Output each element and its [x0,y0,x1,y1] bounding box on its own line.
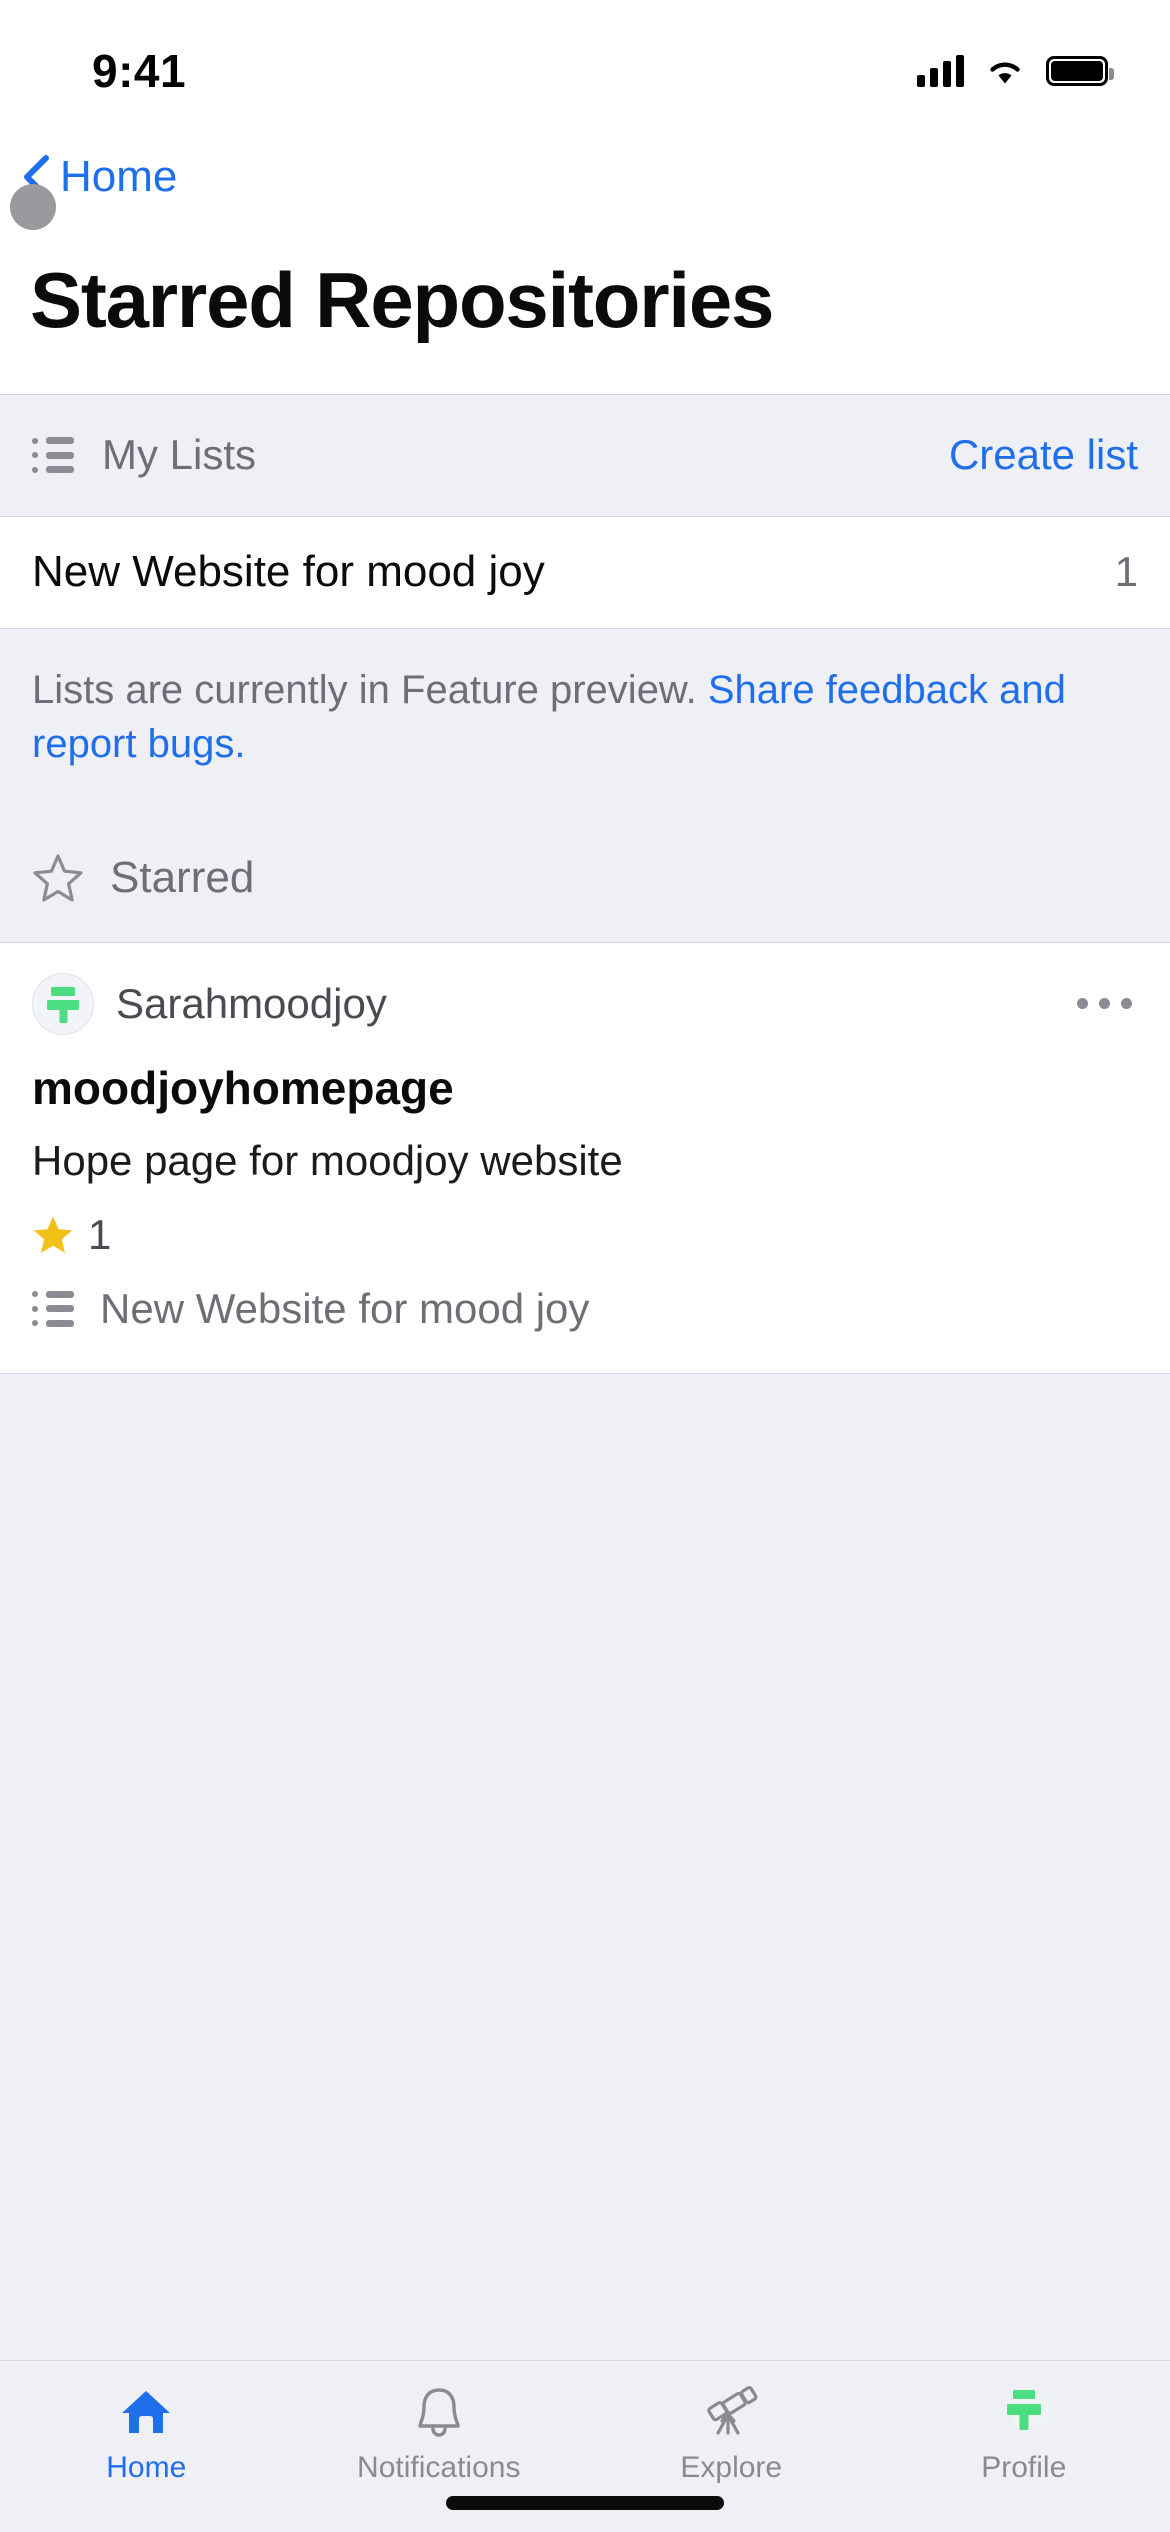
list-icon [32,437,76,474]
star-filled-icon [32,1215,74,1255]
repository-star-row: 1 [32,1211,1138,1259]
empty-space [0,1373,1170,2532]
create-list-button[interactable]: Create list [949,431,1138,479]
list-item-count: 1 [1114,548,1138,596]
repository-owner-row: Sarahmoodjoy [32,972,1138,1035]
tab-profile[interactable]: Profile [878,2383,1170,2485]
my-lists-section-header: My Lists Create list [0,394,1170,517]
page-title-container: Starred Repositories [0,222,1170,395]
repository-list-tag-label: New Website for mood joy [100,1284,590,1332]
tab-home-label: Home [106,2451,187,2484]
list-item[interactable]: New Website for mood joy 1 [0,516,1170,629]
bottom-tab-bar: Home Notifications Explore Profile [0,2360,1170,2532]
starred-section-header: Starred [0,814,1170,943]
repository-owner-name: Sarahmoodjoy [116,979,387,1027]
tab-home[interactable]: Home [0,2383,293,2485]
my-lists-label: My Lists [102,431,257,479]
starred-label: Starred [110,853,255,903]
tab-explore-label: Explore [680,2451,783,2484]
cellular-signal-icon [917,55,964,87]
wifi-icon [986,56,1024,86]
repository-list-tag[interactable]: New Website for mood joy [32,1285,1138,1333]
battery-icon [1046,56,1114,86]
repository-star-count: 1 [88,1210,112,1258]
telescope-icon [702,2383,760,2441]
feature-preview-note: Lists are currently in Feature preview. … [0,628,1170,815]
repository-description: Hope page for moodjoy website [32,1136,623,1184]
status-indicators [917,55,1114,87]
scroll-area: Home Starred Repositories My Lists Creat… [0,132,1170,2532]
tab-notifications[interactable]: Notifications [293,2383,586,2485]
home-icon [118,2383,174,2441]
list-icon [32,1290,76,1327]
navigation-bar: Home [0,132,1170,230]
bell-icon [413,2383,465,2441]
list-item-name: New Website for mood joy [32,547,545,597]
profile-avatar-icon [995,2383,1053,2441]
ellipsis-icon[interactable] [1071,984,1138,1023]
my-lists-label-group: My Lists [32,431,256,479]
owner-group[interactable]: Sarahmoodjoy [32,972,387,1035]
home-indicator [446,2496,724,2510]
page-title: Starred Repositories [30,256,774,344]
app-screen: 9:41 Home Starred Repositories My Lists … [0,0,1170,2532]
moodjoy-avatar-icon [32,972,94,1035]
tab-notifications-label: Notifications [357,2451,521,2484]
status-bar: 9:41 [0,0,1170,132]
touch-cursor-indicator [10,184,56,230]
status-time: 9:41 [92,45,187,97]
back-label: Home [60,152,178,201]
tab-explore[interactable]: Explore [585,2383,878,2485]
star-outline-icon [32,853,84,903]
tab-profile-label: Profile [981,2451,1067,2484]
feature-preview-text: Lists are currently in Feature preview. [32,667,708,712]
repository-card[interactable]: Sarahmoodjoy moodjoyhomepage Hope page f… [0,942,1170,1374]
repository-name: moodjoyhomepage [32,1061,454,1114]
